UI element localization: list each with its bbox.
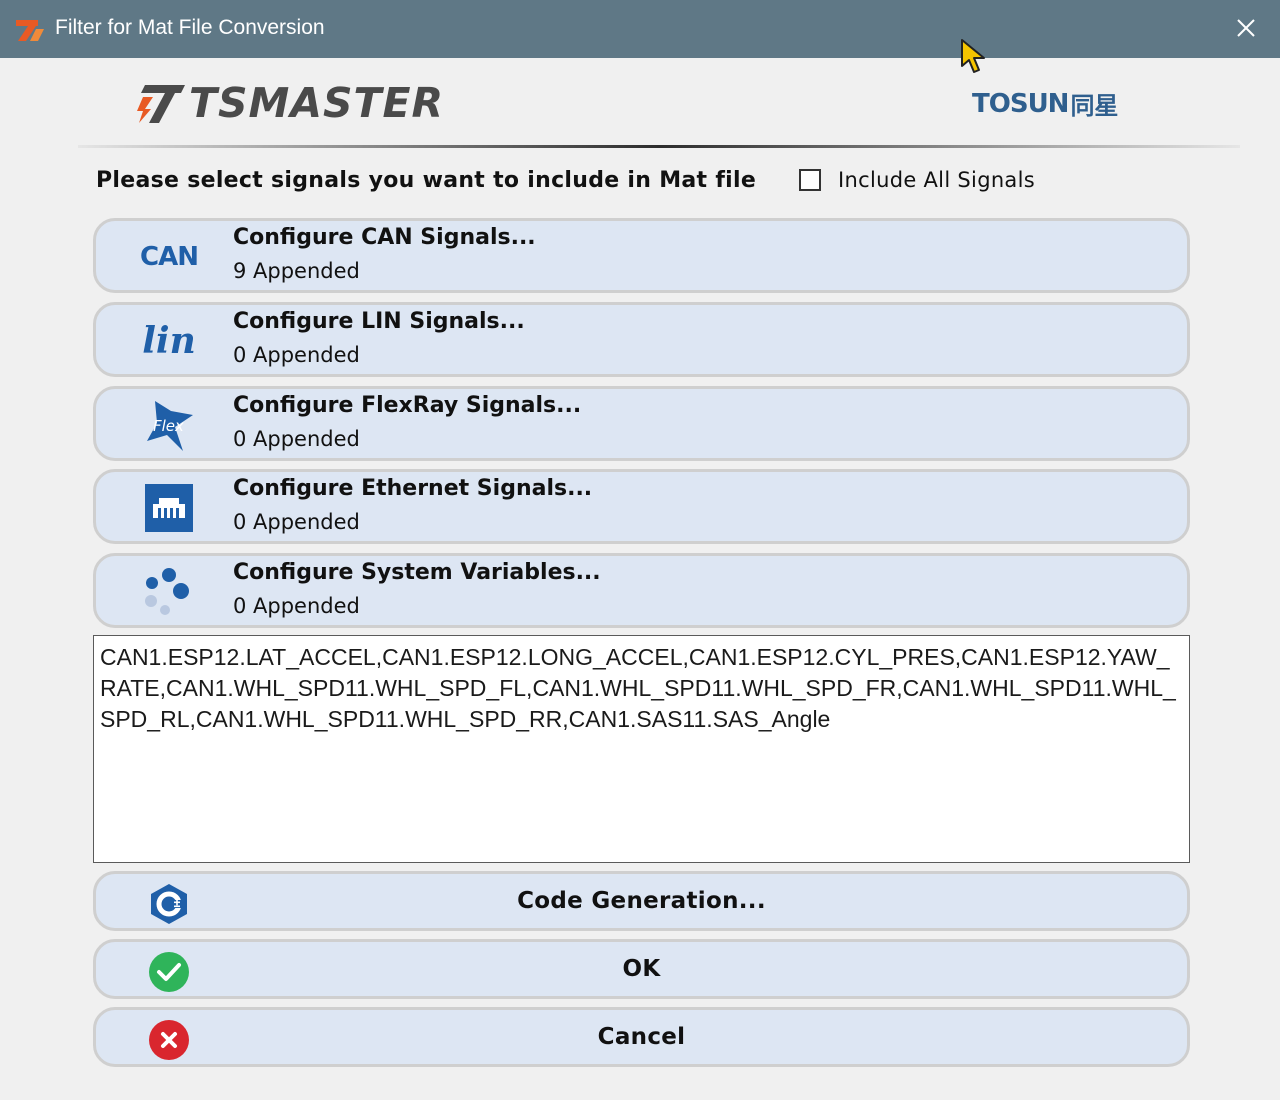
include-all-signals-label: Include All Signals bbox=[838, 168, 1035, 192]
lin-signals-status: 0 Appended bbox=[233, 343, 360, 367]
code-generation-button[interactable]: Code Generation... bbox=[93, 871, 1190, 931]
tsmaster-logo-mark-icon bbox=[137, 85, 185, 123]
can-signals-title: Configure CAN Signals... bbox=[233, 225, 536, 250]
flexray-signals-status: 0 Appended bbox=[233, 427, 360, 451]
can-icon: CAN bbox=[140, 242, 199, 272]
system-variables-icon bbox=[136, 567, 202, 617]
configure-system-variables-button[interactable]: Configure System Variables... 0 Appended bbox=[93, 553, 1190, 628]
configure-flexray-signals-button[interactable]: Flex Configure FlexRay Signals... 0 Appe… bbox=[93, 386, 1190, 461]
lin-icon: lin bbox=[142, 320, 196, 362]
title-bar: Filter for Mat File Conversion bbox=[0, 0, 1280, 58]
cancel-label: Cancel bbox=[597, 1024, 686, 1050]
configure-can-signals-button[interactable]: CAN Configure CAN Signals... 9 Appended bbox=[93, 218, 1190, 293]
lin-signals-title: Configure LIN Signals... bbox=[233, 309, 525, 334]
window-title: Filter for Mat File Conversion bbox=[55, 16, 325, 39]
system-variables-title: Configure System Variables... bbox=[233, 560, 601, 585]
checkbox-box[interactable] bbox=[799, 169, 821, 191]
configure-lin-signals-button[interactable]: lin Configure LIN Signals... 0 Appended bbox=[93, 302, 1190, 377]
tosun-logo: TOSUN 同星 bbox=[972, 86, 1118, 121]
configure-ethernet-signals-button[interactable]: Configure Ethernet Signals... 0 Appended bbox=[93, 469, 1190, 544]
tsmaster-logo-text: TSMASTER bbox=[189, 79, 445, 127]
flexray-signals-title: Configure FlexRay Signals... bbox=[233, 393, 582, 418]
selected-signals-textarea[interactable]: CAN1.ESP12.LAT_ACCEL,CAN1.ESP12.LONG_ACC… bbox=[93, 635, 1190, 863]
code-generation-label: Code Generation... bbox=[517, 888, 766, 914]
tsmaster-logo: TSMASTER bbox=[135, 80, 444, 126]
tosun-logo-text: TOSUN bbox=[972, 88, 1069, 119]
ok-button[interactable]: OK bbox=[93, 939, 1190, 999]
system-variables-status: 0 Appended bbox=[233, 594, 360, 618]
close-button[interactable] bbox=[1230, 12, 1262, 44]
header-divider bbox=[78, 145, 1240, 148]
instruction-text: Please select signals you want to includ… bbox=[96, 168, 757, 193]
ok-label: OK bbox=[622, 956, 661, 982]
ethernet-signals-title: Configure Ethernet Signals... bbox=[233, 476, 593, 501]
flexray-icon: Flex bbox=[136, 400, 202, 451]
can-signals-status: 9 Appended bbox=[233, 259, 360, 283]
mouse-cursor-icon bbox=[961, 39, 985, 73]
ethernet-signals-status: 0 Appended bbox=[233, 510, 360, 534]
ethernet-icon bbox=[136, 483, 202, 533]
tosun-logo-cn-text: 同星 bbox=[1070, 92, 1119, 120]
tsmaster-app-icon bbox=[16, 20, 44, 41]
svg-text:Flex: Flex bbox=[153, 417, 184, 435]
cancel-button[interactable]: Cancel bbox=[93, 1007, 1190, 1067]
include-all-signals-checkbox[interactable]: Include All Signals bbox=[799, 168, 1035, 192]
close-icon bbox=[1237, 19, 1255, 37]
